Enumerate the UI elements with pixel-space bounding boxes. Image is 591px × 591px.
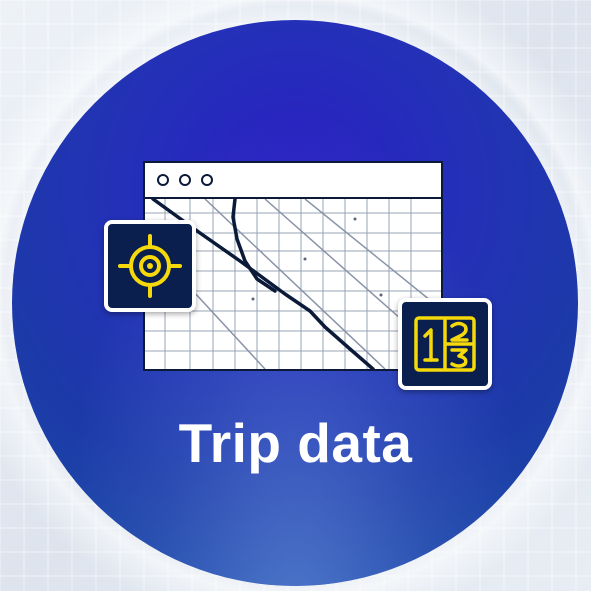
window-dot-icon <box>157 174 169 186</box>
target-crosshair-drawing <box>118 234 182 298</box>
browser-titlebar <box>145 163 441 199</box>
page-title: Trip data <box>178 412 413 474</box>
window-dot-icon <box>201 174 213 186</box>
numbers-one-two-three-icon[interactable] <box>398 298 492 390</box>
numbers-drawing <box>414 316 476 372</box>
location-target-icon[interactable] <box>104 220 196 312</box>
window-dot-icon <box>179 174 191 186</box>
